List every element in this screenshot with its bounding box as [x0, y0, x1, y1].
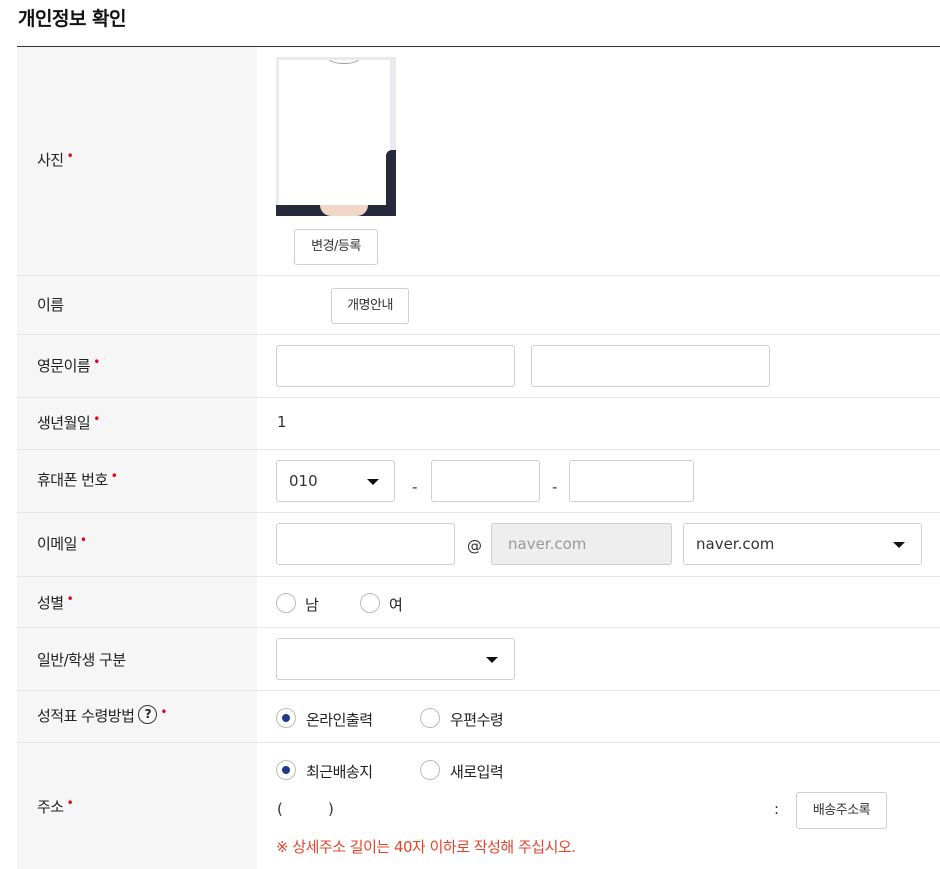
- phone-separator: -: [412, 478, 418, 496]
- photo-hair: [329, 60, 359, 64]
- address-zip-open: (: [277, 800, 283, 818]
- required-mark: •: [66, 592, 74, 606]
- required-mark: •: [160, 705, 167, 719]
- row-divider: [17, 627, 940, 628]
- row-divider: [17, 397, 940, 398]
- chevron-down-icon: [893, 542, 905, 548]
- label-column: [17, 47, 257, 869]
- report-method-label: 성적표 수령방법? •: [37, 705, 167, 725]
- name-label: 이름: [37, 296, 64, 314]
- phone-last-input[interactable]: [569, 460, 694, 502]
- gender-male-radio[interactable]: [276, 593, 296, 613]
- photo-label: 사진 •: [37, 149, 74, 169]
- address-zip-close: ): [328, 800, 334, 818]
- gender-female-radio[interactable]: [360, 593, 380, 613]
- report-online-radio[interactable]: [276, 708, 296, 728]
- gender-male-label: 남: [305, 596, 319, 614]
- required-mark: •: [79, 533, 87, 547]
- phone-middle-input[interactable]: [431, 460, 540, 502]
- email-domain-select[interactable]: naver.com: [683, 523, 922, 565]
- email-domain-select-value: naver.com: [696, 535, 775, 553]
- english-last-name-input[interactable]: [531, 345, 770, 387]
- address-length-notice: ※ 상세주소 길이는 40자 이하로 작성해 주십시오.: [276, 838, 576, 856]
- email-label: 이메일 •: [37, 533, 87, 553]
- required-mark: •: [110, 469, 118, 483]
- row-divider: [17, 449, 940, 450]
- address-book-button[interactable]: 배송주소록: [796, 792, 887, 829]
- address-label: 주소 •: [37, 796, 74, 816]
- category-select[interactable]: [276, 638, 515, 680]
- birthdate-value: 1: [277, 413, 287, 431]
- phone-label: 휴대폰 번호 •: [37, 469, 118, 489]
- address-new-radio[interactable]: [420, 760, 440, 780]
- question-circle-icon[interactable]: ?: [138, 705, 158, 724]
- email-at: @: [467, 537, 482, 555]
- photo-placeholder: [279, 60, 390, 210]
- row-divider: [17, 334, 940, 335]
- photo-neck: [320, 205, 368, 216]
- row-divider: [17, 690, 940, 691]
- phone-separator: -: [552, 478, 558, 496]
- report-mail-radio[interactable]: [420, 708, 440, 728]
- rename-guide-button[interactable]: 개명안내: [331, 288, 409, 324]
- address-recent-radio[interactable]: [276, 760, 296, 780]
- required-mark: •: [93, 355, 100, 369]
- row-divider: [17, 512, 940, 513]
- email-local-input[interactable]: [276, 523, 455, 565]
- gender-female-label: 여: [389, 596, 403, 614]
- email-domain-input: naver.com: [491, 523, 672, 565]
- photo-change-button[interactable]: 변경/등록: [294, 229, 378, 265]
- profile-photo: [276, 57, 396, 216]
- birthdate-label: 생년월일 •: [37, 412, 100, 432]
- address-recent-label: 최근배송지: [306, 763, 373, 781]
- address-colon: :: [774, 800, 780, 818]
- report-online-label: 온라인출력: [306, 711, 373, 729]
- required-mark: •: [66, 796, 74, 810]
- address-new-label: 새로입력: [450, 763, 504, 781]
- row-divider: [17, 576, 940, 577]
- required-mark: •: [93, 412, 100, 426]
- required-mark: •: [66, 149, 74, 163]
- row-divider: [17, 275, 940, 276]
- english-name-label: 영문이름 •: [37, 355, 100, 375]
- report-mail-label: 우편수령: [450, 711, 504, 729]
- row-divider: [17, 742, 940, 743]
- english-first-name-input[interactable]: [276, 345, 515, 387]
- page-title: 개인정보 확인: [18, 8, 127, 30]
- category-label: 일반/학생 구분: [37, 651, 126, 669]
- chevron-down-icon: [486, 657, 498, 663]
- phone-prefix-value: 010: [289, 472, 318, 490]
- chevron-down-icon: [367, 479, 379, 485]
- gender-label: 성별 •: [37, 592, 74, 612]
